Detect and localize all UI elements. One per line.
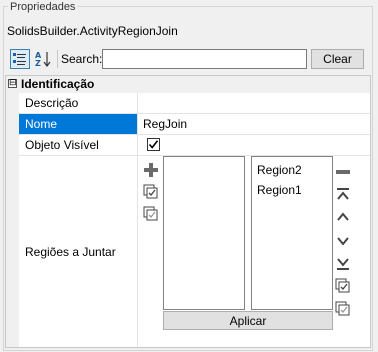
- property-row-regioes[interactable]: Regiões a Juntar Region2 Region1 Aplicar: [19, 156, 370, 347]
- list-item[interactable]: Region1: [257, 182, 302, 198]
- alphabetical-sort-icon: A Z: [34, 50, 52, 68]
- category-row-identificacao[interactable]: ⊟ Identificação: [6, 76, 370, 93]
- regions-editor: Region2 Region1 Aplicar: [139, 156, 370, 347]
- select-all-icon[interactable]: [143, 184, 159, 200]
- move-down-icon[interactable]: [335, 233, 351, 249]
- search-label: Search:: [61, 52, 103, 66]
- remove-icon[interactable]: [335, 164, 351, 180]
- apply-button[interactable]: Aplicar: [163, 311, 333, 330]
- property-row-nome[interactable]: Nome RegJoin: [19, 114, 370, 135]
- category-label: Identificação: [21, 77, 95, 91]
- list-item[interactable]: Region2: [257, 162, 302, 178]
- property-name: Regiões a Juntar: [19, 156, 138, 347]
- available-regions-list[interactable]: [163, 156, 245, 310]
- visible-checkbox[interactable]: [147, 138, 160, 151]
- property-row-objeto-visivel[interactable]: Objeto Visível: [19, 135, 370, 156]
- add-icon[interactable]: [143, 162, 159, 178]
- collapse-icon[interactable]: ⊟: [8, 79, 17, 88]
- move-to-bottom-icon[interactable]: [335, 256, 351, 272]
- move-up-icon[interactable]: [335, 209, 351, 225]
- categorized-view-icon: [12, 51, 28, 67]
- deselect-all-icon[interactable]: [335, 301, 351, 317]
- move-to-top-icon[interactable]: [335, 186, 351, 202]
- select-all-icon[interactable]: [335, 278, 351, 294]
- property-value-descricao[interactable]: [139, 93, 370, 113]
- property-name: Objeto Visível: [19, 135, 138, 155]
- grid-gutter: [6, 76, 19, 347]
- clear-button[interactable]: Clear: [311, 49, 364, 69]
- property-value-nome[interactable]: RegJoin: [139, 114, 370, 134]
- property-name: Descrição: [19, 93, 138, 113]
- property-row-descricao[interactable]: Descrição: [19, 93, 370, 114]
- search-input[interactable]: [102, 49, 307, 69]
- property-name: Nome: [19, 114, 138, 134]
- alphabetical-sort-button[interactable]: A Z: [33, 49, 53, 69]
- deselect-all-icon[interactable]: [143, 206, 159, 222]
- selected-regions-list[interactable]: Region2 Region1: [251, 156, 333, 310]
- categorized-view-button[interactable]: [10, 49, 30, 69]
- panel-title: Propriedades: [8, 0, 78, 14]
- property-grid: ⊟ Identificação Descrição Nome RegJoin O…: [5, 75, 371, 348]
- object-name: SolidsBuilder.ActivityRegionJoin: [7, 24, 178, 38]
- svg-text:Z: Z: [35, 59, 41, 68]
- toolbar-separator: [57, 50, 58, 68]
- checkmark-icon: [148, 140, 159, 149]
